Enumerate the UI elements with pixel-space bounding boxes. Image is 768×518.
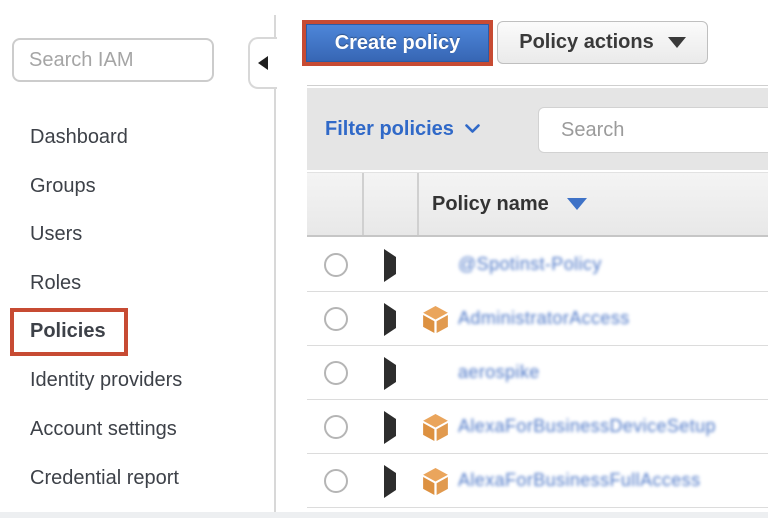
sidebar-item-dashboard[interactable]: Dashboard xyxy=(30,124,128,150)
triangle-right-icon xyxy=(384,411,396,444)
row-expander[interactable] xyxy=(384,365,398,381)
policy-table-body: @Spotinst-Policy AdministratorAccess aer… xyxy=(307,238,768,508)
policy-name-link[interactable]: AlexaForBusinessFullAccess xyxy=(458,470,700,491)
column-separator xyxy=(417,173,419,235)
sidebar-collapse-tab[interactable] xyxy=(248,37,277,89)
create-policy-button[interactable]: Create policy xyxy=(306,24,489,62)
row-expander[interactable] xyxy=(384,419,398,435)
column-separator xyxy=(362,173,364,235)
iam-search-input[interactable] xyxy=(12,38,214,82)
chevron-down-icon xyxy=(465,124,480,134)
triangle-right-icon xyxy=(384,465,396,498)
triangle-right-icon xyxy=(384,303,396,336)
policy-search-input[interactable] xyxy=(561,108,768,152)
row-expander[interactable] xyxy=(384,257,398,273)
policy-select-radio[interactable] xyxy=(324,415,348,439)
aws-managed-policy-icon xyxy=(422,414,449,441)
policy-name-link[interactable]: AdministratorAccess xyxy=(458,308,630,329)
row-expander[interactable] xyxy=(384,311,398,327)
sidebar-item-roles[interactable]: Roles xyxy=(30,270,81,296)
sidebar-item-credential-report[interactable]: Credential report xyxy=(30,465,179,491)
sidebar-item-users[interactable]: Users xyxy=(30,221,82,247)
aws-managed-policy-icon xyxy=(422,306,449,333)
sidebar-divider xyxy=(274,15,276,512)
policy-name-link[interactable]: aerospike xyxy=(458,362,540,383)
filter-policies-dropdown[interactable]: Filter policies xyxy=(325,88,480,170)
policy-select-radio[interactable] xyxy=(324,307,348,331)
policy-search-box[interactable] xyxy=(538,107,768,153)
sort-desc-icon xyxy=(567,198,587,210)
aws-managed-policy-icon xyxy=(422,468,449,495)
policy-name-column-header[interactable]: Policy name xyxy=(432,173,587,235)
policy-select-radio[interactable] xyxy=(324,469,348,493)
create-policy-highlight-box: Create policy xyxy=(302,20,493,66)
sidebar-item-identity-providers[interactable]: Identity providers xyxy=(30,367,182,393)
filter-policies-label: Filter policies xyxy=(325,118,454,141)
iam-console-page: Dashboard Groups Users Roles Policies Id… xyxy=(0,0,768,518)
sidebar-item-groups[interactable]: Groups xyxy=(30,173,96,199)
sidebar-item-policies[interactable]: Policies xyxy=(30,318,106,344)
policy-actions-button[interactable]: Policy actions xyxy=(497,21,708,64)
policy-name-header-label: Policy name xyxy=(432,193,549,216)
filter-bar: Filter policies xyxy=(307,88,768,170)
table-row: AdministratorAccess xyxy=(307,292,768,346)
bottom-strip xyxy=(0,512,768,518)
table-header: Policy name xyxy=(307,172,768,237)
table-row: AlexaForBusinessDeviceSetup xyxy=(307,400,768,454)
policy-select-radio[interactable] xyxy=(324,253,348,277)
triangle-right-icon xyxy=(384,249,396,282)
sidebar-item-account-settings[interactable]: Account settings xyxy=(30,416,177,442)
toolbar-divider xyxy=(307,85,768,86)
caret-down-icon xyxy=(668,37,686,48)
policy-name-link[interactable]: AlexaForBusinessDeviceSetup xyxy=(458,416,716,437)
table-row: aerospike xyxy=(307,346,768,400)
triangle-right-icon xyxy=(384,357,396,390)
table-row: @Spotinst-Policy xyxy=(307,238,768,292)
policy-name-link[interactable]: @Spotinst-Policy xyxy=(458,254,602,275)
table-row: AlexaForBusinessFullAccess xyxy=(307,454,768,508)
collapse-arrow-icon xyxy=(258,56,268,70)
policy-actions-label: Policy actions xyxy=(519,31,654,54)
row-expander[interactable] xyxy=(384,473,398,489)
policy-select-radio[interactable] xyxy=(324,361,348,385)
